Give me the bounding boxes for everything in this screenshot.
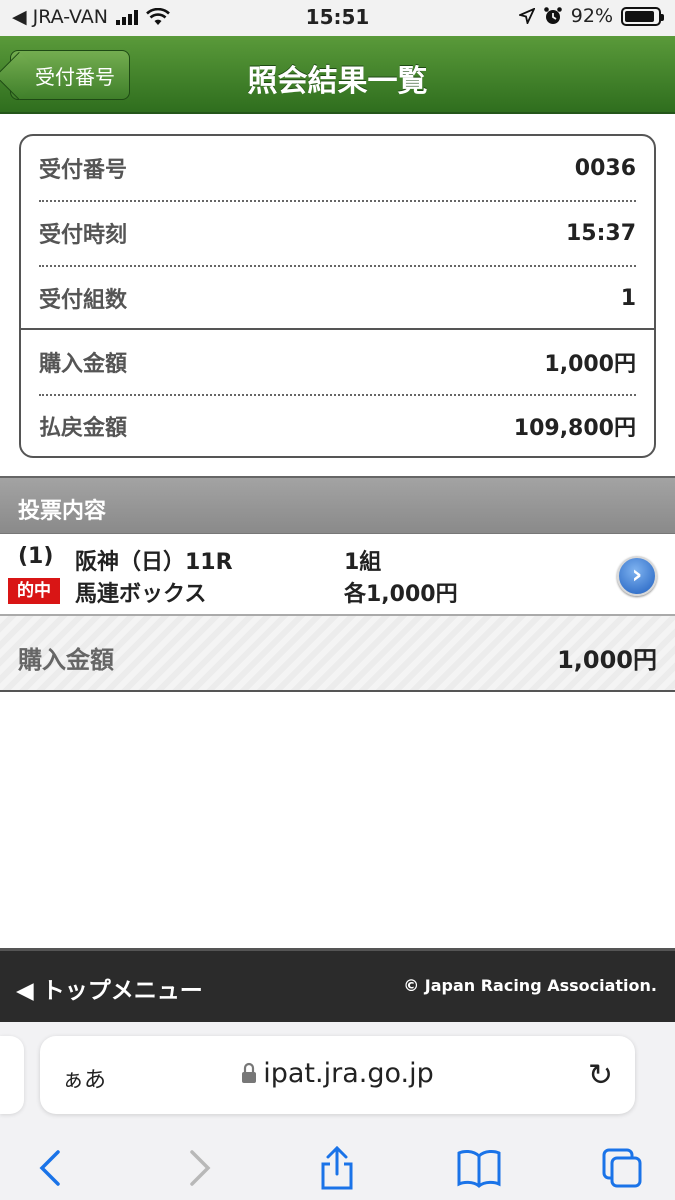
address-bar[interactable]: ぁあ ipat.jra.go.jp ↻ <box>40 1036 635 1114</box>
hit-badge: 的中 <box>8 578 60 604</box>
status-right: 92% <box>518 5 664 27</box>
bet-type: 馬連ボックス <box>75 582 207 607</box>
summary-label: 受付番号 <box>39 158 128 183</box>
bet-count: 1組 <box>344 550 382 575</box>
summary-value: 109,800円 <box>513 416 636 441</box>
summary-label: 購入金額 <box>39 352 128 377</box>
bookmarks-icon[interactable] <box>455 1144 503 1192</box>
forward-arrow-icon[interactable] <box>174 1144 222 1192</box>
url-display[interactable]: ipat.jra.go.jp <box>40 1058 635 1089</box>
total-bar: 購入金額 1,000円 <box>0 614 675 692</box>
battery-percent: 92% <box>570 5 613 27</box>
summary-value: 15:37 <box>565 220 636 246</box>
summary-row-set-count: 受付組数 1 <box>39 266 636 330</box>
battery-icon <box>621 6 664 26</box>
copyright: © Japan Racing Association. <box>403 976 657 995</box>
location-arrow-icon <box>518 8 535 24</box>
summary-row-receipt-number: 受付番号 0036 <box>39 136 636 200</box>
nav-header: 受付番号 照会結果一覧 <box>0 36 675 114</box>
summary-row-receipt-time: 受付時刻 15:37 <box>39 201 636 265</box>
back-button-label: 受付番号 <box>35 64 115 89</box>
summary-row-payout-amount: 払戻金額 109,800円 <box>39 394 636 458</box>
alarm-clock-icon <box>543 7 562 24</box>
url-text: ipat.jra.go.jp <box>263 1058 434 1089</box>
summary-panel: 受付番号 0036 受付時刻 15:37 受付組数 1 購入金額 1,000円 … <box>19 134 656 458</box>
reload-icon[interactable]: ↻ <box>588 1058 613 1093</box>
bet-item[interactable]: (1) 阪神（日）11R 1組 馬連ボックス 各1,000円 <box>0 534 675 614</box>
summary-label: 受付時刻 <box>39 223 128 248</box>
total-value: 1,000円 <box>557 646 657 674</box>
summary-value: 1,000円 <box>544 352 636 377</box>
lock-icon <box>242 1062 257 1083</box>
bet-number: (1) <box>18 544 54 569</box>
tabs-icon[interactable] <box>598 1144 646 1192</box>
summary-row-purchase-amount: 購入金額 1,000円 <box>39 330 636 394</box>
total-label: 購入金額 <box>18 646 114 674</box>
previous-tab-preview[interactable] <box>0 1036 24 1114</box>
back-arrow-icon[interactable] <box>28 1144 76 1192</box>
summary-value: 1 <box>620 285 636 311</box>
top-menu-link[interactable]: ◀ トップメニュー <box>16 971 203 1005</box>
summary-label: 払戻金額 <box>39 416 128 441</box>
browser-toolbar <box>0 1134 675 1194</box>
browser-chrome: ぁあ ipat.jra.go.jp ↻ <box>0 1022 675 1200</box>
status-bar: ◀ JRA-VAN 15:51 92% <box>0 0 675 36</box>
bet-amount: 各1,000円 <box>344 582 458 607</box>
share-icon[interactable] <box>313 1144 361 1192</box>
summary-label: 受付組数 <box>39 288 128 313</box>
section-header: 投票内容 <box>0 476 675 534</box>
footer: ◀ トップメニュー © Japan Racing Association. <box>0 948 675 1022</box>
chevron-right-icon[interactable]: › <box>617 556 657 596</box>
bet-race: 阪神（日）11R <box>75 550 233 575</box>
summary-value: 0036 <box>574 155 636 181</box>
